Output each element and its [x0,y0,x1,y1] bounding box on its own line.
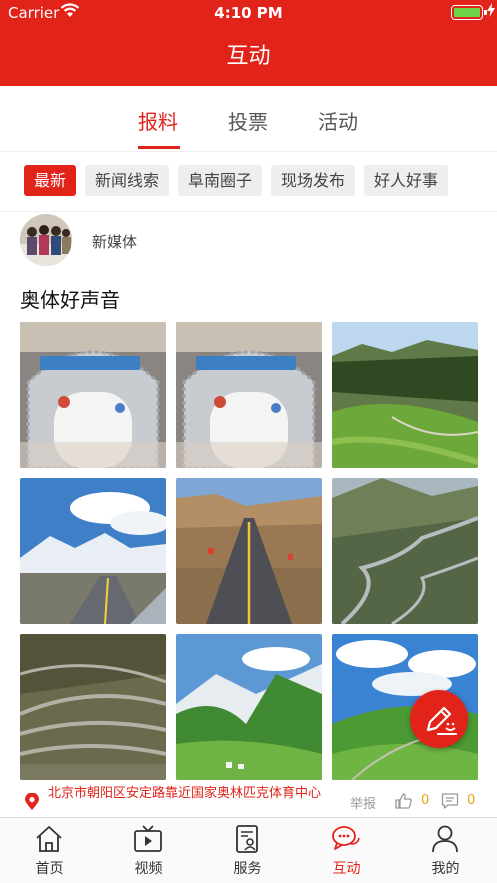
avatar[interactable] [20,214,72,266]
photo-thumbnail[interactable] [20,322,166,468]
tab-huodong[interactable]: 活动 [318,106,358,135]
pencil-icon [426,706,457,735]
app-header: Carrier 4:10 PM 互动 [0,0,497,86]
filter-news-tips[interactable]: 新闻线索 [85,165,170,196]
post-author[interactable]: 新媒体 [20,214,480,266]
nav-label: 互动 [332,861,361,877]
filter-latest[interactable]: 最新 [24,165,77,196]
like-count: 0 [421,793,430,808]
status-time: 4:10 PM [214,4,283,22]
photo-thumbnail[interactable] [176,478,322,624]
bottom-nav: 首页 视频 服务 互动 我的 [0,817,497,883]
nav-profile[interactable]: 我的 [396,818,495,883]
home-icon [34,824,64,854]
profile-icon [430,824,460,854]
nav-label: 服务 [233,861,262,877]
nav-video[interactable]: 视频 [99,818,198,883]
filter-good-deeds[interactable]: 好人好事 [364,165,449,196]
photo-thumbnail[interactable] [176,322,322,468]
tv-icon [133,824,163,854]
filter-bar: 最新 新闻线索 阜南圈子 现场发布 好人好事 [0,152,497,212]
compose-post-button[interactable] [410,690,468,748]
post-meta: 北京市朝阳区安定路靠近国家奥林匹克体育中心 举报 0 0 [0,785,497,817]
battery-level [454,8,480,17]
thumbs-up-icon[interactable] [395,792,413,814]
post-location: 北京市朝阳区安定路靠近国家奥林匹克体育中心 [48,786,322,801]
filter-live-post[interactable]: 现场发布 [271,165,356,196]
nav-label: 首页 [35,861,64,877]
comment-icon[interactable] [441,792,459,814]
status-bar: Carrier 4:10 PM [0,0,497,26]
post-title[interactable]: 奥体好声音 [20,284,120,313]
tab-baoliao[interactable]: 报料 [138,106,178,135]
tab-toupiao[interactable]: 投票 [228,106,268,135]
photo-thumbnail[interactable] [332,322,478,468]
segment-tabs: 报料 投票 活动 [0,86,497,152]
page-title: 互动 [226,44,271,69]
active-tab-indicator [138,146,180,149]
battery-nub [484,10,487,15]
battery-icon [451,5,487,20]
nav-label: 视频 [134,861,163,877]
nav-label: 我的 [431,861,460,877]
charging-icon [487,3,495,21]
nav-home[interactable]: 首页 [0,818,99,883]
service-icon [232,824,262,854]
filter-funan-circle[interactable]: 阜南圈子 [178,165,263,196]
location-pin-icon [24,792,40,815]
photo-thumbnail[interactable] [20,478,166,624]
author-name[interactable]: 新媒体 [92,231,137,252]
photo-thumbnail[interactable] [332,478,478,624]
report-button[interactable]: 举报 [350,793,376,812]
comment-count: 0 [467,793,476,808]
nav-service[interactable]: 服务 [198,818,297,883]
nav-interact[interactable]: 互动 [297,818,396,883]
photo-thumbnail[interactable] [176,634,322,780]
chat-icon [331,824,361,854]
photo-thumbnail[interactable] [20,634,166,780]
